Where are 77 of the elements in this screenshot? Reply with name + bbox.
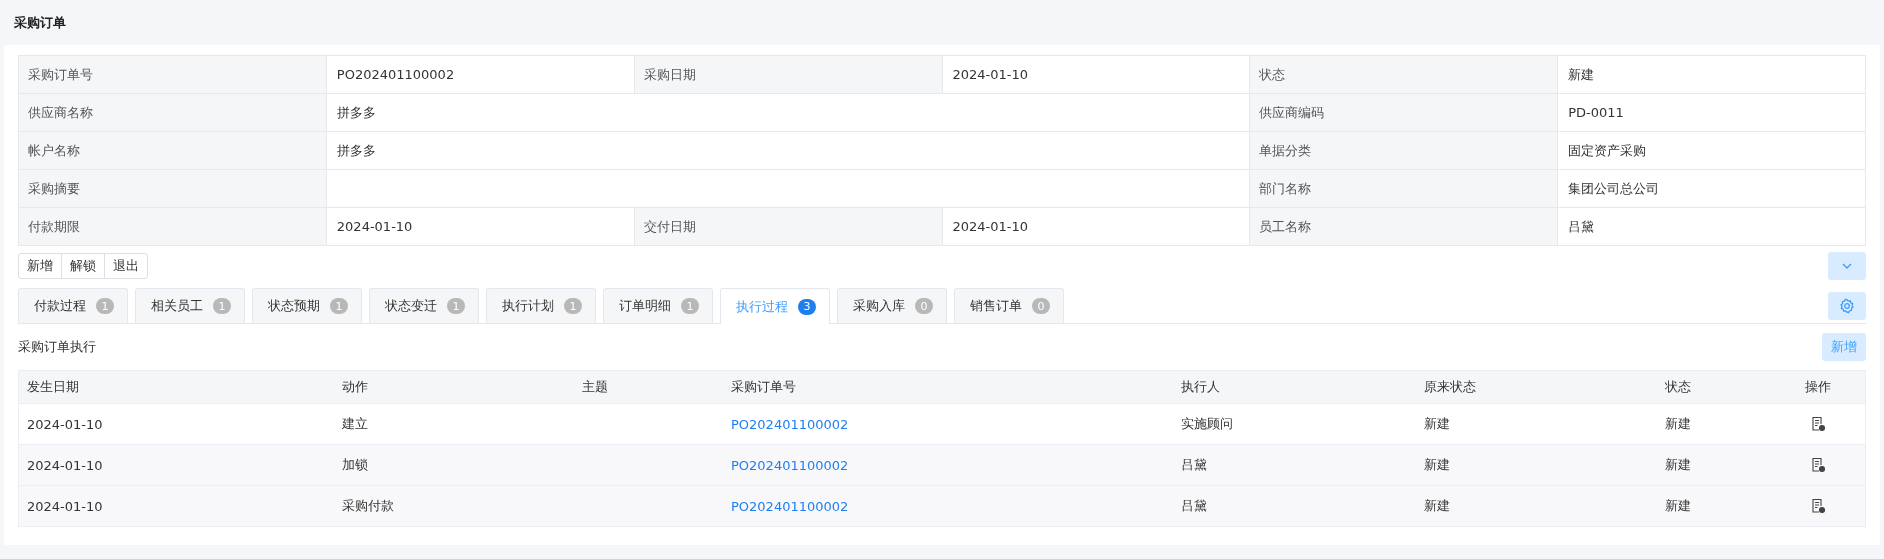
column-header: 动作	[341, 378, 369, 396]
table-cell: 吕黛	[1181, 497, 1207, 515]
action-button[interactable]: 新增	[18, 253, 62, 279]
field-value: PO202401100002	[326, 56, 635, 94]
column-header: 主题	[581, 378, 609, 396]
count-badge: 1	[564, 298, 582, 314]
field-value: 拼多多	[326, 132, 1251, 170]
settings-icon	[1839, 297, 1855, 314]
field-label: 供应商编码	[1250, 94, 1559, 132]
tab[interactable]: 执行过程 3	[720, 288, 830, 324]
column-header: 原来状态	[1423, 378, 1477, 396]
page-title: 采购订单	[14, 13, 66, 32]
field-label: 供应商名称	[19, 94, 327, 132]
field-label: 单据分类	[1250, 132, 1559, 170]
tab[interactable]: 状态变迁 1	[369, 288, 479, 323]
table-cell: 新建	[1424, 415, 1450, 433]
count-badge: 1	[447, 298, 465, 314]
table-cell: 2024-01-10	[27, 498, 103, 514]
field-label: 部门名称	[1250, 170, 1559, 208]
column-header: 状态	[1664, 378, 1692, 396]
count-badge: 3	[798, 298, 816, 315]
column-header: 操作	[1804, 378, 1832, 396]
field-value: PD-0011	[1558, 94, 1866, 132]
document-view-icon[interactable]	[1810, 416, 1826, 432]
column-header: 执行人	[1180, 378, 1221, 396]
tab[interactable]: 销售订单 0	[954, 288, 1064, 323]
count-badge: 1	[681, 298, 699, 314]
settings-button[interactable]	[1828, 291, 1866, 320]
action-button[interactable]: 退出	[104, 253, 148, 279]
table-cell: 2024-01-10	[27, 416, 103, 432]
table-cell: 吕黛	[1181, 456, 1207, 474]
field-value: 拼多多	[326, 94, 1251, 132]
field-label: 采购日期	[634, 56, 943, 94]
table-cell: 新建	[1665, 456, 1691, 474]
table-cell: 新建	[1424, 497, 1450, 515]
tab[interactable]: 付款过程 1	[18, 288, 128, 323]
tab[interactable]: 订单明细 1	[603, 288, 713, 323]
field-label: 采购订单号	[19, 56, 327, 94]
count-badge: 0	[915, 298, 933, 314]
field-label: 采购摘要	[19, 170, 327, 208]
document-view-icon[interactable]	[1810, 457, 1826, 473]
document-view-icon[interactable]	[1810, 498, 1826, 514]
table-cell: 2024-01-10	[27, 457, 103, 473]
table-cell: 新建	[1665, 497, 1691, 515]
field-label: 员工名称	[1250, 208, 1559, 246]
table-cell: 采购付款	[342, 497, 394, 515]
table-cell: 新建	[1424, 456, 1450, 474]
field-value: 新建	[1558, 56, 1866, 94]
count-badge: 1	[330, 298, 348, 314]
field-value: 集团公司总公司	[1558, 170, 1866, 208]
field-label: 状态	[1250, 56, 1559, 94]
field-value: 2024-01-10	[942, 56, 1251, 94]
table-cell: 加锁	[342, 456, 368, 474]
table-cell: 实施顾问	[1181, 415, 1233, 433]
field-label: 交付日期	[634, 208, 943, 246]
table-cell: 新建	[1665, 415, 1691, 433]
table-cell: 建立	[342, 415, 368, 433]
field-label: 付款期限	[19, 208, 327, 246]
tab[interactable]: 执行计划 1	[486, 288, 596, 323]
section-title: 采购订单执行	[18, 338, 96, 356]
order-link[interactable]: PO202401100002	[731, 416, 849, 432]
field-label: 帐户名称	[19, 132, 327, 170]
column-header: 发生日期	[26, 378, 80, 396]
count-badge: 0	[1032, 298, 1050, 314]
action-button[interactable]: 解锁	[61, 253, 105, 279]
field-value: 2024-01-10	[326, 208, 635, 246]
tab[interactable]: 相关员工 1	[135, 288, 245, 323]
count-badge: 1	[96, 298, 114, 314]
column-header: 采购订单号	[730, 378, 797, 396]
field-value: 吕黛	[1558, 208, 1866, 246]
order-link[interactable]: PO202401100002	[731, 457, 849, 473]
count-badge: 1	[213, 298, 231, 314]
order-link[interactable]: PO202401100002	[731, 498, 849, 514]
field-value: 2024-01-10	[942, 208, 1251, 246]
tab[interactable]: 采购入库 0	[837, 288, 947, 323]
tab[interactable]: 状态预期 1	[252, 288, 362, 323]
field-value: 固定资产采购	[1558, 132, 1866, 170]
